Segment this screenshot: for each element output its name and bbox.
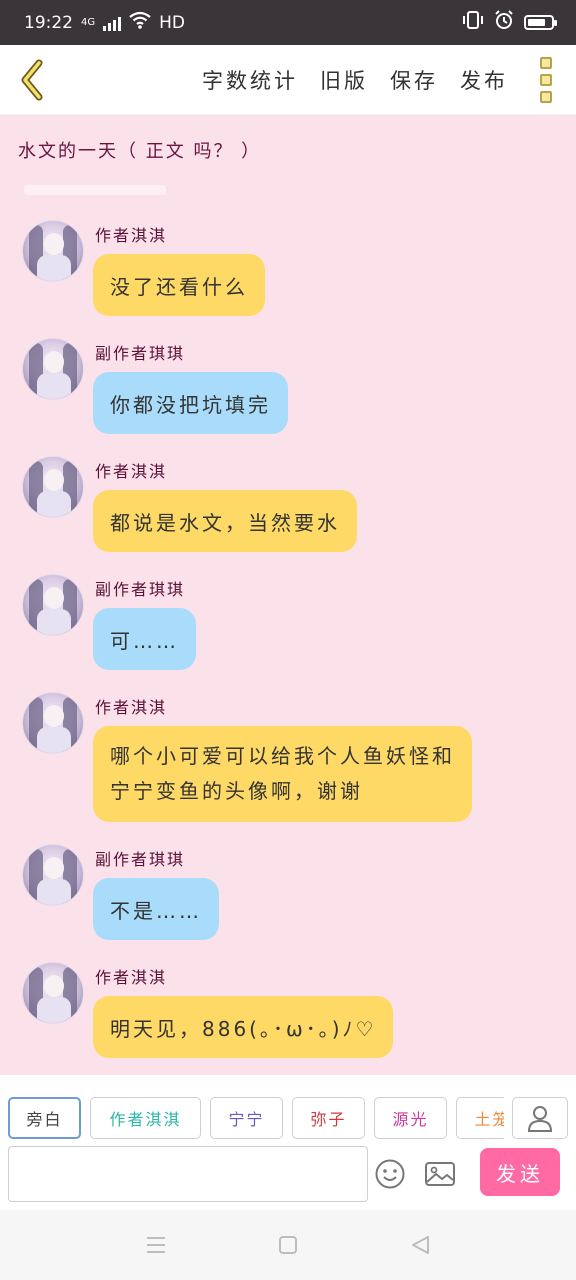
role-manager-button[interactable] <box>512 1097 568 1139</box>
smiley-icon <box>375 1159 405 1189</box>
chevron-left-icon <box>21 59 43 100</box>
message-bubble[interactable]: 可…… <box>93 608 196 670</box>
sender-name: 副作者琪琪 <box>95 580 186 599</box>
more-menu-button[interactable] <box>526 45 566 115</box>
signal-icon <box>103 15 122 31</box>
person-icon <box>527 1106 553 1132</box>
role-chip-tulong[interactable]: 土笼 <box>456 1097 504 1139</box>
message-text: 都说是水文，当然要水 <box>110 510 340 535</box>
save-button[interactable]: 保存 <box>390 65 438 95</box>
menu-icon <box>147 1237 165 1253</box>
wifi-icon <box>129 11 151 34</box>
message-text: 宁宁变鱼的头像啊，谢谢 <box>110 779 363 803</box>
hd-label: HD <box>159 12 185 33</box>
avatar <box>22 220 84 282</box>
message-text: 没了还看什么 <box>110 274 248 299</box>
message-text: 你都没把坑填完 <box>110 392 271 417</box>
editor-toolbar: 字数统计 旧版 保存 发布 <box>0 45 576 115</box>
word-count-button[interactable]: 字数统计 <box>202 65 298 95</box>
status-time: 19:22 <box>24 12 73 33</box>
message-text: 哪个小可爱可以给我个人鱼妖怪和 <box>110 744 455 768</box>
message-text: 可…… <box>110 628 179 653</box>
status-bar: 19:22 4G HD <box>0 0 576 45</box>
avatar <box>22 962 84 1024</box>
role-chip-author[interactable]: 作者淇淇 <box>90 1097 201 1139</box>
battery-icon <box>524 15 557 30</box>
input-row: 发送 <box>8 1146 568 1202</box>
message-bubble[interactable]: 没了还看什么 <box>93 254 265 316</box>
role-selector: 旁白 作者淇淇 宁宁 弥子 源光 土笼 <box>8 1097 504 1139</box>
role-label: 土笼 <box>474 1110 504 1129</box>
composer-panel: 旁白 作者淇淇 宁宁 弥子 源光 土笼 发送 <box>0 1075 576 1210</box>
avatar <box>22 456 84 518</box>
menu-nav-button[interactable] <box>136 1225 176 1265</box>
avatar <box>22 338 84 400</box>
home-square-icon <box>279 1236 297 1254</box>
role-chip-mizi[interactable]: 弥子 <box>292 1097 365 1139</box>
role-chip-narration[interactable]: 旁白 <box>8 1097 81 1139</box>
publish-button[interactable]: 发布 <box>460 65 508 95</box>
role-label: 弥子 <box>310 1110 347 1129</box>
sender-name: 副作者琪琪 <box>95 850 186 869</box>
send-button[interactable]: 发送 <box>480 1148 560 1196</box>
message-input[interactable] <box>8 1146 368 1202</box>
back-nav-button[interactable] <box>400 1225 440 1265</box>
sender-name: 副作者琪琪 <box>95 344 186 363</box>
triangle-back-icon <box>412 1236 429 1254</box>
emoji-button[interactable] <box>374 1158 406 1190</box>
system-nav-bar <box>0 1210 576 1280</box>
role-label: 源光 <box>392 1110 429 1129</box>
message-text: 明天见，886(｡･ω･｡)ﾉ♡ <box>110 1016 377 1041</box>
alarm-icon <box>494 10 514 35</box>
sender-name: 作者淇淇 <box>95 226 168 245</box>
image-icon <box>425 1162 455 1186</box>
back-button[interactable] <box>2 45 62 115</box>
vibrate-icon <box>462 10 484 35</box>
send-label: 发送 <box>496 1161 544 1186</box>
title-divider <box>24 185 166 195</box>
role-label: 宁宁 <box>228 1110 265 1129</box>
image-button[interactable] <box>424 1158 456 1190</box>
message-bubble[interactable]: 都说是水文，当然要水 <box>93 490 357 552</box>
role-chip-yuanguang[interactable]: 源光 <box>374 1097 447 1139</box>
sender-name: 作者淇淇 <box>95 698 168 717</box>
story-content[interactable]: 水文的一天（ 正文 吗？ ） 作者淇淇 没了还看什么 副作者琪琪 你都没把坑填完… <box>0 115 576 1075</box>
message-bubble[interactable]: 哪个小可爱可以给我个人鱼妖怪和 宁宁变鱼的头像啊，谢谢 <box>93 726 472 822</box>
message-bubble[interactable]: 明天见，886(｡･ω･｡)ﾉ♡ <box>93 996 394 1058</box>
avatar <box>22 844 84 906</box>
message-bubble[interactable]: 你都没把坑填完 <box>93 372 288 434</box>
message-bubble[interactable]: 不是…… <box>93 878 219 940</box>
home-nav-button[interactable] <box>268 1225 308 1265</box>
role-label: 旁白 <box>26 1110 63 1129</box>
more-icon <box>540 56 552 69</box>
avatar <box>22 574 84 636</box>
role-chip-ningning[interactable]: 宁宁 <box>210 1097 283 1139</box>
story-title[interactable]: 水文的一天（ 正文 吗？ ） <box>18 137 261 163</box>
sender-name: 作者淇淇 <box>95 968 168 987</box>
role-label: 作者淇淇 <box>109 1110 182 1129</box>
network-type: 4G <box>81 17 96 28</box>
sender-name: 作者淇淇 <box>95 462 168 481</box>
avatar <box>22 692 84 754</box>
message-text: 不是…… <box>110 898 202 923</box>
old-version-button[interactable]: 旧版 <box>320 65 368 95</box>
